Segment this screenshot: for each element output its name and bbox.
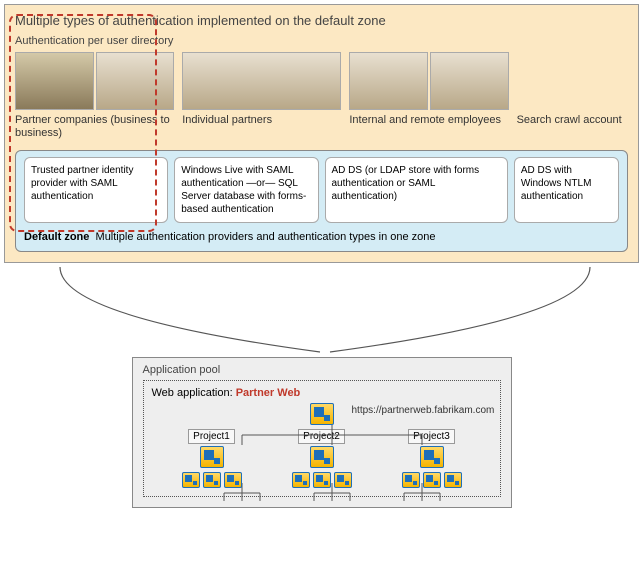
- app-pool-container: Application pool Web application: Partne…: [132, 357, 512, 508]
- project-col-2: Project2: [292, 429, 352, 488]
- image-employees: [349, 52, 508, 110]
- auth-box-search: AD DS with Windows NTLM authentication: [514, 157, 619, 223]
- site-project3-icon: [420, 446, 444, 468]
- zone-container: Multiple types of authentication impleme…: [4, 4, 639, 263]
- site-leaf-icon: [313, 472, 331, 488]
- auth-boxes-row: Trusted partner identity provider with S…: [24, 157, 619, 223]
- label-search-crawl: Search crawl account: [517, 114, 628, 142]
- auth-box-partner: Trusted partner identity provider with S…: [24, 157, 168, 223]
- site-project2-icon: [310, 446, 334, 468]
- site-leaf-icon: [182, 472, 200, 488]
- connector-area: [0, 267, 643, 357]
- app-pool-title: Application pool: [143, 364, 501, 376]
- main-title: Multiple types of authentication impleme…: [15, 13, 628, 28]
- webapp-name: Partner Web: [236, 387, 301, 399]
- project2-label: Project2: [298, 429, 345, 444]
- webapp-title: Web application: Partner Web: [152, 387, 492, 399]
- leaf-row-1: [182, 472, 242, 488]
- col-employees: Internal and remote employees: [349, 52, 508, 142]
- image-individual-partners: [182, 52, 341, 110]
- site-leaf-icon: [203, 472, 221, 488]
- site-project1-icon: [200, 446, 224, 468]
- site-leaf-icon: [292, 472, 310, 488]
- auth-box-individual: Windows Live with SAML authentication —o…: [174, 157, 318, 223]
- webapp-url: https://partnerweb.fabrikam.com: [352, 405, 495, 416]
- site-leaf-icon: [334, 472, 352, 488]
- leaf-row-3: [402, 472, 462, 488]
- site-leaf-icon: [224, 472, 242, 488]
- sub-title: Authentication per user directory: [15, 34, 628, 48]
- col-individual-partners: Individual partners: [182, 52, 341, 142]
- default-zone-label: Default zone Multiple authentication pro…: [24, 231, 619, 243]
- col-partner-companies: Partner companies (business to business): [15, 52, 174, 142]
- user-category-columns: Partner companies (business to business)…: [15, 52, 628, 142]
- site-leaf-icon: [402, 472, 420, 488]
- webapp-box: Web application: Partner Web https://par…: [143, 380, 501, 497]
- default-zone-box: Trusted partner identity provider with S…: [15, 150, 628, 252]
- site-leaf-icon: [423, 472, 441, 488]
- connector-lines-icon: [0, 267, 643, 357]
- label-partner-companies: Partner companies (business to business): [15, 114, 174, 142]
- project-col-3: Project3: [402, 429, 462, 488]
- image-partner-companies: [15, 52, 174, 110]
- project-col-1: Project1: [182, 429, 242, 488]
- project1-label: Project1: [188, 429, 235, 444]
- project3-label: Project3: [408, 429, 455, 444]
- col-search-crawl: Search crawl account: [517, 52, 628, 142]
- site-tree: https://partnerweb.fabrikam.com: [152, 403, 492, 488]
- project-row: Project1 Project2: [182, 429, 462, 488]
- site-leaf-icon: [444, 472, 462, 488]
- label-employees: Internal and remote employees: [349, 114, 508, 142]
- leaf-row-2: [292, 472, 352, 488]
- label-individual-partners: Individual partners: [182, 114, 341, 142]
- auth-box-employees: AD DS (or LDAP store with forms authenti…: [325, 157, 508, 223]
- site-root-icon: [310, 403, 334, 425]
